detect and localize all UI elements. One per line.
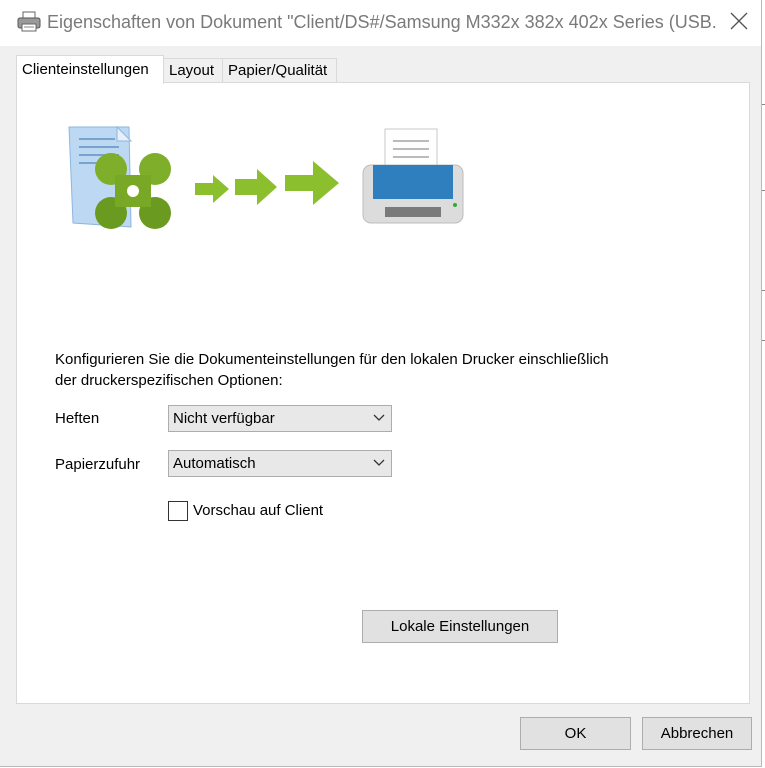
description-line-1: Konfigurieren Sie die Dokumenteinstellun… bbox=[55, 351, 609, 368]
tab-panel-clienteinstellungen: Konfigurieren Sie die Dokumenteinstellun… bbox=[16, 82, 750, 704]
ok-button[interactable]: OK bbox=[520, 717, 631, 750]
window-title: Eigenschaften von Dokument "Client/DS#/S… bbox=[47, 12, 717, 32]
printer-icon bbox=[362, 128, 464, 224]
papierzufuhr-label: Papierzufuhr bbox=[55, 456, 141, 473]
preview-checkbox-label[interactable]: Vorschau auf Client bbox=[193, 502, 329, 519]
description-line-2: der druckerspezifischen Optionen: bbox=[55, 372, 283, 389]
client-print-illustration bbox=[68, 125, 464, 229]
close-button[interactable] bbox=[716, 0, 761, 46]
title-bar: Eigenschaften von Dokument "Client/DS#/S… bbox=[0, 0, 761, 46]
local-settings-button[interactable]: Lokale Einstellungen bbox=[362, 610, 558, 643]
arrow-icon bbox=[195, 175, 229, 203]
arrow-icon bbox=[285, 161, 339, 205]
tab-layout[interactable]: Layout bbox=[163, 58, 223, 82]
tab-papier-qualitaet[interactable]: Papier/Qualität bbox=[222, 58, 337, 82]
heften-label: Heften bbox=[55, 410, 100, 427]
close-icon bbox=[730, 12, 748, 35]
tab-clienteinstellungen[interactable]: Clienteinstellungen bbox=[16, 55, 164, 84]
arrow-icon bbox=[235, 169, 277, 205]
chevron-down-icon bbox=[373, 414, 385, 421]
description-text: Konfigurieren Sie die Dokumenteinstellun… bbox=[55, 349, 675, 391]
printer-icon bbox=[16, 11, 42, 33]
papierzufuhr-value: Automatisch bbox=[173, 455, 256, 472]
chevron-down-icon bbox=[373, 459, 385, 466]
preview-checkbox[interactable] bbox=[168, 501, 188, 521]
properties-dialog: Eigenschaften von Dokument "Client/DS#/S… bbox=[0, 0, 762, 767]
cancel-button[interactable]: Abbrechen bbox=[642, 717, 752, 750]
heften-value: Nicht verfügbar bbox=[173, 410, 275, 427]
heften-select[interactable]: Nicht verfügbar bbox=[168, 405, 392, 432]
papierzufuhr-select[interactable]: Automatisch bbox=[168, 450, 392, 477]
